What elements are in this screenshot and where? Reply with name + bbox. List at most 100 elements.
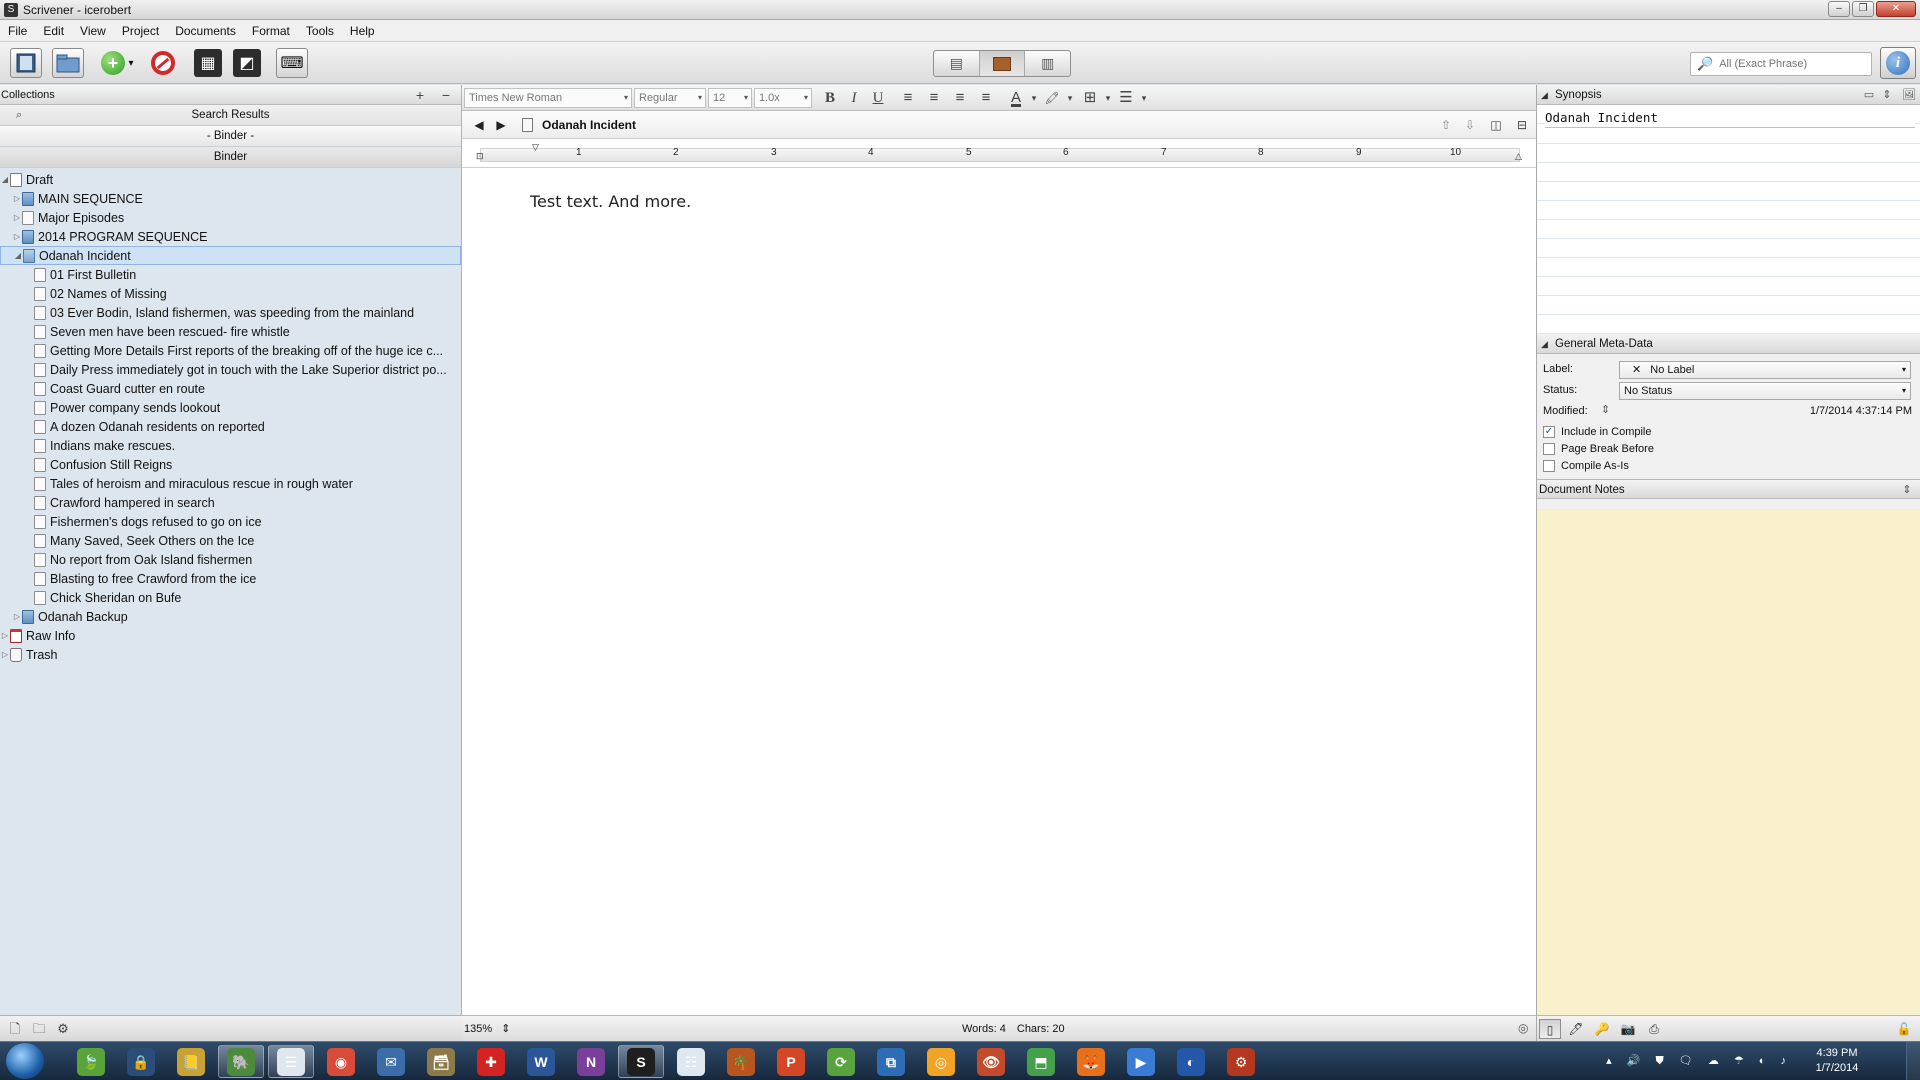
taskbar-app-button[interactable]: ⬒ (1018, 1045, 1064, 1078)
tab-search-results[interactable]: ⌕ Search Results (0, 105, 461, 126)
new-folder-button[interactable]: 🗀 (30, 1020, 48, 1038)
right-indent-marker[interactable]: △ (1515, 151, 1522, 162)
font-style-select[interactable]: Regular ▾ (634, 88, 706, 108)
menu-format[interactable]: Format (244, 20, 298, 42)
binder-item[interactable]: ▷ MAIN SEQUENCE (0, 189, 461, 208)
binder-item[interactable]: ◢ Odanah Incident (0, 246, 461, 265)
binder-item[interactable]: Coast Guard cutter en route (0, 379, 461, 398)
italic-button[interactable]: I (844, 88, 864, 108)
inspector-tool-button[interactable]: ⌨ (276, 48, 308, 78)
taskbar-app-button[interactable]: ✉ (368, 1045, 414, 1078)
align-right-button[interactable]: ≡ (976, 88, 996, 108)
font-size-select[interactable]: 12 ▾ (708, 88, 752, 108)
table-button[interactable]: ⊞ (1080, 88, 1100, 108)
updown-arrows-icon[interactable]: ⇕ (1899, 482, 1915, 498)
snapshots-pane-button[interactable]: 📷 (1617, 1019, 1639, 1039)
collapsed-triangle-icon[interactable]: ▷ (12, 232, 22, 241)
binder-toggle-button[interactable] (10, 48, 42, 78)
metadata-header[interactable]: ◢ General Meta-Data (1537, 334, 1920, 354)
comments-pane-button[interactable]: ⎙ (1643, 1019, 1665, 1039)
taskbar-app-button[interactable]: ⧉ (868, 1045, 914, 1078)
taskbar-app-button[interactable]: ◎ (918, 1045, 964, 1078)
remove-collection-button[interactable]: − (436, 86, 456, 104)
editor-text-content[interactable]: Test text. And more. (530, 192, 691, 211)
align-left-button[interactable]: ≡ (898, 88, 918, 108)
show-desktop-button[interactable] (1906, 1042, 1920, 1080)
add-dropdown-button[interactable]: ▾ (124, 48, 138, 78)
binder-item[interactable]: ▷ 2014 PROGRAM SEQUENCE (0, 227, 461, 246)
synopsis-editor[interactable]: Odanah Incident (1537, 105, 1920, 334)
taskbar-app-button[interactable]: P (768, 1045, 814, 1078)
taskbar-app-button[interactable]: ▶ (1118, 1045, 1164, 1078)
zoom-stepper-icon[interactable]: ⇕ (501, 1023, 510, 1035)
chevron-down-icon[interactable]: ▾ (1134, 88, 1154, 108)
binder-item[interactable]: ▷ Raw Info (0, 626, 461, 645)
target-icon[interactable]: ◎ (1518, 1021, 1528, 1035)
binder-item[interactable]: Getting More Details First reports of th… (0, 341, 461, 360)
binder-item[interactable]: Fishermen's dogs refused to go on ice (0, 512, 461, 531)
status-select[interactable]: No Status ▾ (1619, 382, 1911, 400)
bold-button[interactable]: B (820, 88, 840, 108)
new-document-button[interactable]: 🗋 (6, 1020, 24, 1038)
taskbar-app-button[interactable]: 🐘 (218, 1045, 264, 1078)
synopsis-header[interactable]: ◢ Synopsis ▭ ⇕ 🖼 (1537, 85, 1920, 105)
expanded-triangle-icon[interactable]: ◢ (0, 175, 10, 184)
image-icon[interactable]: 🖼 (1901, 87, 1917, 103)
notes-pane-button[interactable]: ▯ (1539, 1019, 1561, 1039)
binder-item[interactable]: Seven men have been rescued- fire whistl… (0, 322, 461, 341)
inspector-button[interactable]: i (1880, 47, 1916, 79)
chevron-down-icon[interactable]: ▾ (1060, 88, 1080, 108)
collapsed-triangle-icon[interactable]: ▷ (12, 612, 22, 621)
binder-item[interactable]: A dozen Odanah residents on reported (0, 417, 461, 436)
binder-item[interactable]: Daily Press immediately got in touch wit… (0, 360, 461, 379)
first-line-indent-marker[interactable]: ▽ (532, 142, 539, 153)
taskbar-app-button[interactable]: 📒 (168, 1045, 214, 1078)
go-forward-button[interactable]: ▶ (492, 116, 510, 134)
menu-file[interactable]: File (0, 20, 35, 42)
binder-item[interactable]: Many Saved, Seek Others on the Ice (0, 531, 461, 550)
fullscreen-button[interactable]: ◩ (233, 49, 261, 77)
taskbar-app-button[interactable]: 🦊 (1068, 1045, 1114, 1078)
sort-arrows-icon[interactable]: ⇕ (1601, 403, 1610, 416)
taskbar-app-button[interactable]: 🌴 (718, 1045, 764, 1078)
binder-item[interactable]: Power company sends lookout (0, 398, 461, 417)
text-color-button[interactable]: A (1006, 88, 1026, 108)
text-editor[interactable]: Test text. And more. (462, 168, 1536, 1015)
collapsed-triangle-icon[interactable]: ▷ (12, 194, 22, 203)
taskbar-app-button[interactable]: 🔒 (118, 1045, 164, 1078)
synopsis-text[interactable]: Odanah Incident (1545, 110, 1915, 128)
binder-item[interactable]: ▷ Trash (0, 645, 461, 664)
collections-toggle-button[interactable] (52, 48, 84, 78)
search-input[interactable] (1719, 58, 1860, 70)
taskbar-app-button[interactable]: 🍃 (68, 1045, 114, 1078)
start-button[interactable] (6, 1043, 44, 1079)
tab-binder[interactable]: Binder (0, 147, 461, 168)
checkbox-compile-as-is[interactable] (1543, 460, 1555, 472)
split-horizontal-button[interactable]: ⊟ (1514, 117, 1530, 133)
binder-item[interactable]: Confusion Still Reigns (0, 455, 461, 474)
add-collection-button[interactable]: + (410, 86, 430, 104)
taskbar-app-button[interactable]: S (618, 1045, 664, 1078)
taskbar-app-button[interactable]: 🗃 (418, 1045, 464, 1078)
chevron-down-icon[interactable]: ▾ (1024, 88, 1044, 108)
binder-item[interactable]: ◢ Draft (0, 170, 461, 189)
menu-help[interactable]: Help (342, 20, 383, 42)
lock-icon[interactable]: 🔓 (1893, 1019, 1915, 1039)
taskbar-app-button[interactable]: 👁 (968, 1045, 1014, 1078)
left-indent-marker[interactable]: ⊡ (476, 151, 484, 162)
split-view-button[interactable]: ▦ (194, 49, 222, 77)
arrow-down-icon[interactable]: ⇩ (1462, 117, 1478, 133)
outline-mode-button[interactable]: ▥ (1025, 51, 1070, 76)
binder-item[interactable]: 01 First Bulletin (0, 265, 461, 284)
menu-edit[interactable]: Edit (35, 20, 72, 42)
menu-view[interactable]: View (72, 20, 114, 42)
delete-button[interactable] (147, 48, 179, 78)
binder-item[interactable]: 03 Ever Bodin, Island fishermen, was spe… (0, 303, 461, 322)
gear-icon[interactable]: ⚙ (54, 1020, 72, 1038)
menu-project[interactable]: Project (114, 20, 167, 42)
taskbar-app-button[interactable]: ◐ (1168, 1045, 1214, 1078)
references-pane-button[interactable]: 🖊 (1565, 1019, 1587, 1039)
taskbar-app-button[interactable]: ☰ (268, 1045, 314, 1078)
collapsed-triangle-icon[interactable]: ▷ (0, 650, 10, 659)
close-button[interactable]: ✕ (1876, 1, 1916, 17)
